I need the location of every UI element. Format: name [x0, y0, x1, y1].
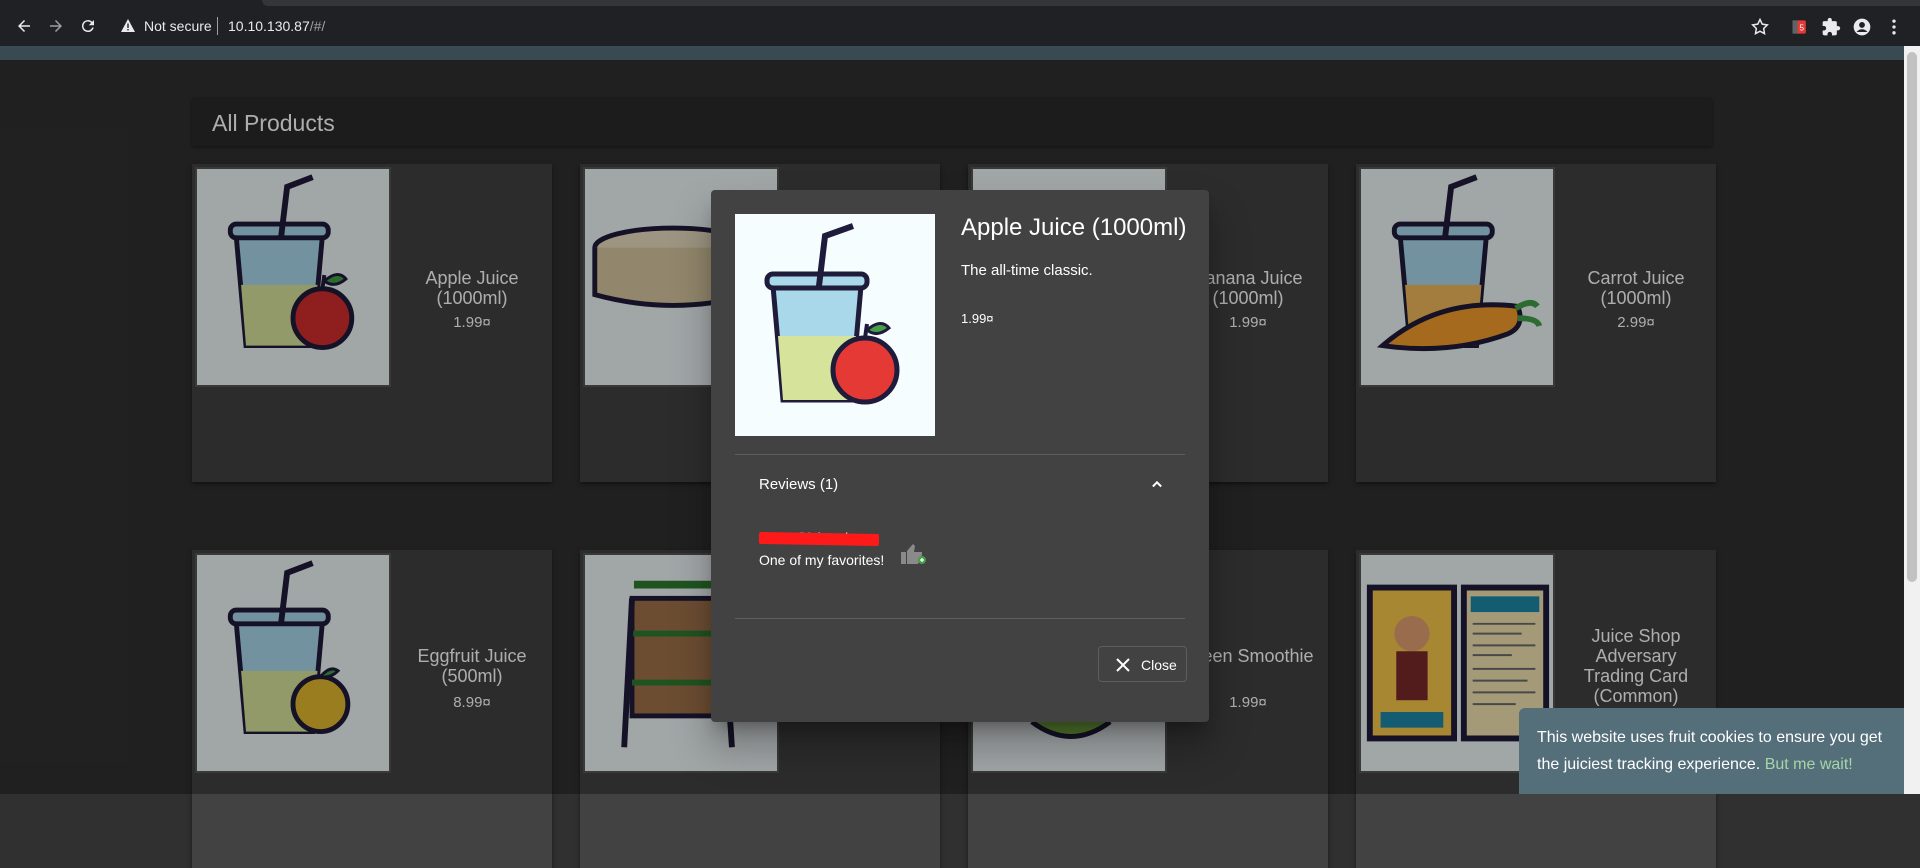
warning-icon [121, 19, 135, 32]
cookie-dismiss-link[interactable]: But me wait! [1765, 756, 1853, 773]
extensions-puzzle-icon[interactable] [1821, 17, 1841, 37]
bookmark-star-icon[interactable] [1750, 17, 1770, 37]
dialog-title: Apple Juice (1000ml) [961, 214, 1187, 241]
forward-icon[interactable] [44, 14, 68, 38]
security-label[interactable]: Not secure [144, 18, 212, 34]
reviews-expansion-header[interactable]: Reviews (1) [735, 454, 1185, 518]
browser-toolbar: Not secure 10.10.130.87/#/ 5 [0, 6, 1920, 46]
close-button[interactable]: Close [1098, 646, 1187, 682]
review-text: One of my favorites! [759, 552, 885, 568]
url-text[interactable]: 10.10.130.87/#/ [228, 18, 325, 34]
address-bar[interactable]: Not secure 10.10.130.87/#/ [110, 10, 1760, 42]
scrollbar-thumb[interactable] [1907, 52, 1917, 582]
reload-icon[interactable] [76, 14, 100, 38]
divider [735, 618, 1185, 619]
url-host: 10.10.130.87 [228, 18, 310, 34]
product-description: The all-time classic. [961, 262, 1093, 279]
chevron-up-icon[interactable] [1147, 474, 1167, 494]
dialog-product-image [735, 214, 935, 436]
cookie-message: This website uses fruit cookies to ensur… [1537, 724, 1892, 778]
juice-cup-apple-icon [764, 223, 900, 405]
close-button-label: Close [1141, 657, 1177, 673]
redaction-mark [758, 531, 880, 547]
reviews-label: Reviews (1) [759, 476, 839, 493]
cookie-consent-banner: This website uses fruit cookies to ensur… [1519, 708, 1904, 794]
dialog-price: 1.99¤ [961, 311, 994, 326]
svg-text:5: 5 [1799, 22, 1804, 32]
back-icon[interactable] [12, 14, 36, 38]
url-path: /#/ [309, 18, 326, 34]
thumbs-up-icon[interactable] [899, 542, 927, 566]
browser-menu-icon[interactable] [1884, 17, 1904, 37]
omnibox-divider [217, 17, 218, 35]
extension-badge-icon[interactable]: 5 [1790, 17, 1810, 37]
product-details-dialog: Apple Juice (1000ml) The all-time classi… [711, 190, 1209, 722]
profile-avatar-icon[interactable] [1852, 17, 1872, 37]
close-icon [1116, 658, 1130, 672]
